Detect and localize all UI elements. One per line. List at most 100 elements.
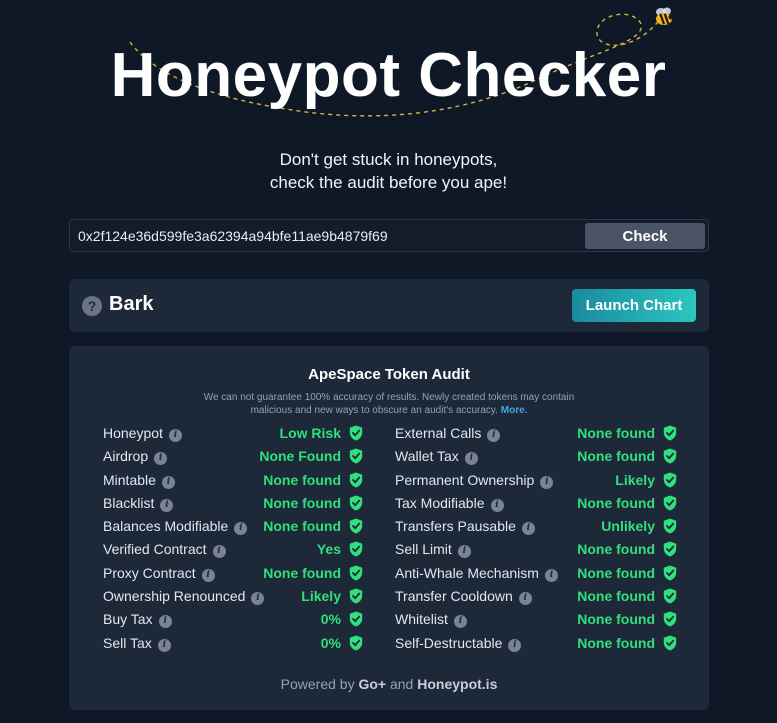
shield-check-icon bbox=[663, 635, 677, 651]
powered-and: and bbox=[389, 676, 414, 692]
more-link[interactable]: More. bbox=[501, 405, 528, 416]
address-input[interactable] bbox=[78, 223, 578, 249]
audit-column-right: External Calls i None found Wallet Tax i None… bbox=[395, 422, 677, 655]
audit-label-text: Transfer Cooldown bbox=[395, 588, 513, 605]
audit-value: 0% bbox=[320, 611, 341, 628]
info-icon[interactable]: i bbox=[453, 615, 467, 629]
audit-disclaimer: We can not guarantee 100% accuracy of re… bbox=[189, 391, 589, 417]
audit-label-text: Blacklist bbox=[103, 494, 155, 511]
audit-value: Likely bbox=[615, 471, 655, 488]
audit-value: None found bbox=[577, 494, 655, 511]
audit-label-text: Airdrop bbox=[103, 448, 149, 465]
audit-row: Whitelist i None found bbox=[395, 608, 677, 631]
info-icon[interactable]: i bbox=[544, 568, 558, 582]
audit-label-text: Wallet Tax bbox=[395, 448, 459, 465]
audit-value: Yes bbox=[316, 541, 341, 558]
shield-check-icon bbox=[349, 425, 363, 441]
info-icon[interactable]: i bbox=[234, 522, 248, 536]
audit-row: Sell Limit i None found bbox=[395, 538, 677, 561]
audit-title: ApeSpace Token Audit bbox=[308, 366, 470, 383]
info-icon[interactable]: i bbox=[201, 568, 215, 582]
page-title: Honeypot Checker bbox=[110, 41, 667, 110]
audit-value: Unlikely bbox=[601, 518, 655, 535]
info-icon[interactable]: i bbox=[154, 452, 168, 466]
audit-value: None Found bbox=[259, 448, 341, 465]
question-mark-icon: ? bbox=[82, 296, 102, 316]
audit-row: Mintable i None found bbox=[103, 469, 363, 492]
tagline: Don't get stuck in honeypots, check the … bbox=[0, 148, 777, 194]
audit-label: Buy Tax i bbox=[103, 611, 172, 629]
audit-label-text: Permanent Ownership bbox=[395, 471, 535, 488]
bee-icon bbox=[656, 7, 674, 25]
audit-row: Verified Contract i Yes bbox=[103, 538, 363, 561]
audit-row: Honeypot i Low Risk bbox=[103, 422, 363, 445]
powered-prefix: Powered by bbox=[280, 676, 355, 692]
audit-label: Permanent Ownership i bbox=[395, 471, 554, 489]
audit-label: Sell Tax i bbox=[103, 635, 171, 652]
audit-row: Tax Modifiable i None found bbox=[395, 492, 677, 515]
shield-check-icon bbox=[663, 588, 677, 604]
info-icon[interactable]: i bbox=[157, 638, 171, 652]
audit-label-text: Mintable bbox=[103, 471, 156, 488]
goplus-link[interactable]: Go+ bbox=[358, 676, 386, 692]
audit-row: Sell Tax i 0% bbox=[103, 632, 363, 655]
audit-row: Transfers Pausable i Unlikely bbox=[395, 515, 677, 538]
info-icon[interactable]: i bbox=[457, 545, 471, 559]
info-icon[interactable]: i bbox=[487, 429, 501, 442]
tagline-line-1: Don't get stuck in honeypots, bbox=[279, 150, 498, 169]
audit-value: None found bbox=[577, 425, 655, 441]
audit-label-text: Proxy Contract bbox=[103, 564, 196, 581]
audit-row: Balances Modifiable i None found bbox=[103, 515, 363, 538]
audit-label-text: Verified Contract bbox=[103, 541, 207, 558]
info-icon[interactable]: i bbox=[212, 545, 226, 559]
shield-check-icon bbox=[663, 472, 677, 488]
info-icon[interactable]: i bbox=[508, 638, 522, 652]
audit-value: None found bbox=[577, 448, 655, 465]
info-icon[interactable]: i bbox=[490, 498, 504, 512]
audit-label: Transfers Pausable i bbox=[395, 518, 535, 536]
info-icon[interactable]: i bbox=[168, 429, 182, 442]
audit-label-text: Sell Tax bbox=[103, 634, 152, 651]
shield-check-icon bbox=[349, 611, 363, 627]
audit-card: ApeSpace Token Audit We can not guarante… bbox=[69, 346, 709, 710]
audit-row: Ownership Renounced i Likely bbox=[103, 585, 363, 608]
info-icon[interactable]: i bbox=[158, 615, 172, 629]
shield-check-icon bbox=[663, 518, 677, 534]
shield-check-icon bbox=[349, 635, 363, 651]
hero: Honeypot Checker Don't get stuck in hone… bbox=[0, 0, 777, 200]
info-icon[interactable]: i bbox=[160, 498, 174, 512]
shield-check-icon bbox=[663, 425, 677, 441]
info-icon[interactable]: i bbox=[251, 592, 265, 606]
audit-value: 0% bbox=[320, 634, 341, 651]
info-icon[interactable]: i bbox=[518, 592, 532, 606]
audit-label: Ownership Renounced i bbox=[103, 588, 265, 606]
info-icon[interactable]: i bbox=[464, 452, 478, 466]
audit-value: None found bbox=[577, 588, 655, 605]
token-name: Bark bbox=[109, 293, 154, 315]
audit-row: Airdrop i None Found bbox=[103, 445, 363, 468]
info-icon[interactable]: i bbox=[521, 522, 535, 536]
audit-label: Tax Modifiable i bbox=[395, 495, 504, 512]
shield-check-icon bbox=[349, 495, 363, 511]
audit-label: Anti-Whale Mechanism i bbox=[395, 565, 558, 582]
audit-label-text: Ownership Renounced bbox=[103, 588, 246, 605]
audit-label-text: Sell Limit bbox=[395, 541, 452, 558]
audit-value: Low Risk bbox=[279, 425, 341, 441]
audit-label: Wallet Tax i bbox=[395, 448, 478, 466]
audit-row: Anti-Whale Mechanism i None found bbox=[395, 562, 677, 585]
powered-by: Powered by Go+ and Honeypot.is bbox=[69, 676, 709, 692]
shield-check-icon bbox=[349, 472, 363, 488]
audit-row: Proxy Contract i None found bbox=[103, 562, 363, 585]
audit-label-text: Self-Destructable bbox=[395, 634, 503, 651]
audit-label: Mintable i bbox=[103, 472, 175, 489]
info-icon[interactable]: i bbox=[540, 475, 554, 489]
shield-check-icon bbox=[349, 518, 363, 534]
audit-row: External Calls i None found bbox=[395, 422, 677, 445]
honeypot-is-link[interactable]: Honeypot.is bbox=[417, 676, 497, 692]
check-button[interactable]: Check bbox=[585, 223, 705, 249]
audit-label-text: Balances Modifiable bbox=[103, 518, 229, 535]
audit-label-text: Buy Tax bbox=[103, 611, 153, 628]
info-icon[interactable]: i bbox=[161, 475, 175, 489]
search-bar: Check bbox=[69, 219, 709, 252]
launch-chart-button[interactable]: Launch Chart bbox=[572, 289, 696, 322]
